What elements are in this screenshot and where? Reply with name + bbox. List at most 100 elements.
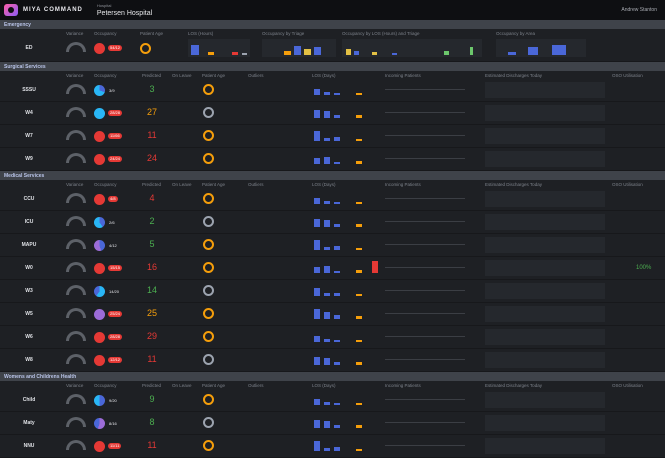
occupancy-value: 3/9 (109, 88, 115, 93)
ward-row[interactable]: W6 28/28 29 (0, 326, 665, 349)
col-predicted: Predicted (142, 181, 162, 187)
ward-row[interactable]: W8 12/12 11 (0, 349, 665, 372)
occupancy-value: 4/8 (108, 196, 118, 202)
col-los: LOS (Days) (312, 181, 336, 187)
col-on-leave: On Leave (172, 382, 192, 388)
predicted-value: 4 (149, 193, 155, 203)
variance-gauge (66, 107, 86, 117)
occupancy-pie (94, 441, 105, 452)
occupancy-value: 25/24 (108, 311, 123, 317)
predicted-value: 14 (146, 285, 157, 295)
ward-row[interactable]: Child 9/20 9 (0, 389, 665, 412)
variance-gauge (66, 394, 86, 404)
age-donut (203, 239, 214, 250)
unit-name: W3 (25, 288, 33, 294)
discharges-chart (485, 283, 605, 299)
unit-name: NNU (23, 443, 35, 449)
variance-gauge (66, 239, 86, 249)
section-title: Medical Services (4, 172, 45, 179)
occupancy-value: 14/20 (109, 289, 120, 294)
occupancy-pie (94, 286, 105, 297)
col-age: Patient Age (202, 72, 226, 78)
brand-name: MIYA COMMAND (23, 7, 83, 13)
section-surgical[interactable]: Surgical Services (0, 62, 665, 71)
col-occupancy: Occupancy (94, 181, 117, 187)
los-chart (312, 438, 382, 454)
unit-name: W0 (25, 265, 33, 271)
ward-row[interactable]: NNU 11/11 11 (0, 435, 665, 458)
occupancy-pie (94, 194, 105, 205)
age-donut (203, 84, 214, 95)
unit-name: Child (22, 397, 36, 403)
variance-gauge (66, 216, 86, 226)
los-chart (312, 237, 382, 253)
unit-name: Maty (23, 420, 35, 426)
occupancy-value: 8/16 (109, 421, 117, 426)
ward-row[interactable]: W5 25/24 25 (0, 303, 665, 326)
predicted-value: 8 (149, 417, 155, 427)
age-donut (203, 285, 214, 296)
col-occupancy: Occupancy (94, 30, 117, 36)
occupancy-value: 24/24 (108, 156, 123, 162)
age-donut (203, 308, 214, 319)
utilisation-value: 100% (636, 265, 652, 271)
variance-gauge (66, 130, 86, 140)
ward-row[interactable]: W7 11/66 11 (0, 125, 665, 148)
section-title: Emergency (4, 21, 31, 28)
section-womens[interactable]: Womens and Childrens Health (0, 372, 665, 381)
col-variance: Variance (66, 181, 84, 187)
unit-name: W5 (25, 311, 33, 317)
discharges-chart (485, 128, 605, 144)
predicted-value: 29 (146, 331, 157, 341)
ward-row[interactable]: W3 14/20 14 (0, 280, 665, 303)
ward-row[interactable]: MAPU 4/12 5 (0, 234, 665, 257)
predicted-value: 11 (147, 130, 157, 140)
predicted-value: 11 (147, 440, 157, 450)
col-predicted: Predicted (142, 382, 162, 388)
predicted-value: 2 (149, 216, 155, 226)
section-medical[interactable]: Medical Services (0, 171, 665, 180)
occupancy-badge: 54/12 (108, 45, 123, 51)
unit-name: W8 (25, 357, 33, 363)
col-discharges: Estimated Discharges Today (485, 382, 542, 388)
user-name[interactable]: Andrew Stanton (621, 7, 657, 13)
variance-gauge (66, 440, 86, 450)
col-predicted: Predicted (142, 72, 162, 78)
ward-row[interactable]: CCU 4/8 4 (0, 188, 665, 211)
age-donut (203, 153, 214, 164)
ward-row[interactable]: SSSU 3/9 3 (0, 79, 665, 102)
ward-row[interactable]: W4 28/28 27 (0, 102, 665, 125)
discharges-chart (485, 237, 605, 253)
col-util: OSO Utilisation (612, 72, 643, 78)
occupancy-pie (94, 418, 105, 429)
section-emergency[interactable]: Emergency (0, 20, 665, 29)
age-donut (203, 107, 214, 118)
discharges-chart (485, 306, 605, 322)
col-discharges: Estimated Discharges Today (485, 181, 542, 187)
top-bar: MIYA COMMAND Hospital Petersen Hospital … (0, 0, 665, 20)
col-incoming: Incoming Patients (385, 382, 421, 388)
col-occupancy: Occupancy (94, 72, 117, 78)
variance-gauge (66, 354, 86, 364)
col-variance: Variance (66, 30, 84, 36)
variance-gauge (66, 42, 86, 52)
ward-row[interactable]: Maty 8/16 8 (0, 412, 665, 435)
ward-row[interactable]: W9 24/24 24 (0, 148, 665, 171)
age-donut (203, 262, 214, 273)
variance-gauge (66, 84, 86, 94)
ward-row[interactable]: ICU 2/6 2 (0, 211, 665, 234)
ward-row[interactable]: W0 15/15 16 100% (0, 257, 665, 280)
los-chart (312, 306, 382, 322)
discharges-chart (485, 105, 605, 121)
occupancy-pie (94, 154, 105, 165)
predicted-value: 24 (146, 153, 157, 163)
ed-row[interactable]: ED 54/12 (0, 37, 665, 62)
predicted-value: 27 (146, 107, 157, 117)
ed-column-header: Variance Occupancy Patient Age LOS (Hour… (0, 29, 665, 37)
variance-gauge (66, 262, 86, 272)
occupancy-pie (94, 309, 105, 320)
col-los: LOS (Hours) (188, 30, 214, 36)
hospital-selector[interactable]: Hospital Petersen Hospital (97, 2, 152, 18)
col-triage: Occupancy by Triage (262, 30, 305, 36)
los-chart (312, 352, 382, 368)
